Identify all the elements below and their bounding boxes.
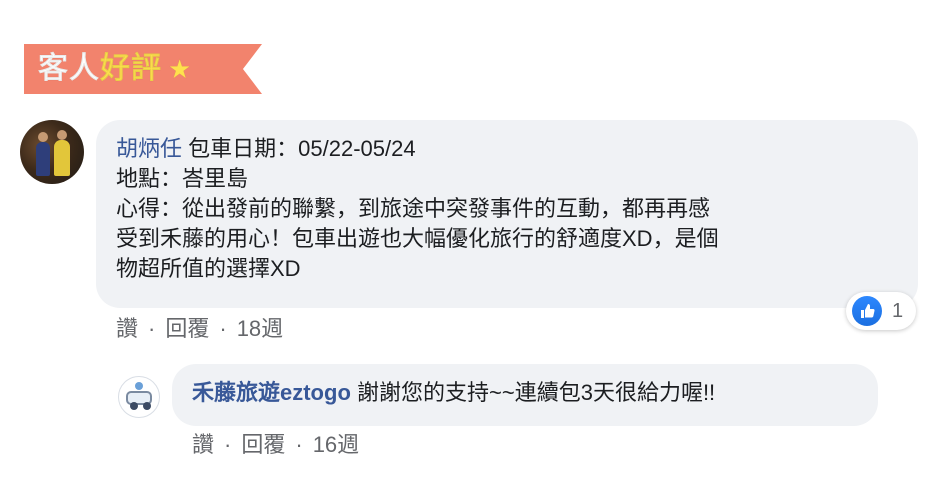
thumbs-up-icon bbox=[852, 296, 882, 326]
separator-dot: · bbox=[219, 316, 227, 341]
timestamp-link[interactable]: 18週 bbox=[237, 316, 283, 341]
separator-dot: · bbox=[224, 432, 232, 457]
like-link[interactable]: 讚 bbox=[192, 432, 214, 457]
comment-author-link[interactable]: 胡炳任 bbox=[116, 136, 182, 161]
reaction-badge[interactable]: 1 bbox=[846, 292, 916, 330]
reply-text: 謝謝您的支持~~連續包3天很給力喔!! bbox=[357, 380, 716, 405]
comment-date-line: 包車日期：05/22-05/24 bbox=[188, 136, 416, 161]
commenter-avatar[interactable] bbox=[20, 120, 84, 184]
star-icon: ★ bbox=[168, 54, 193, 84]
like-count: 1 bbox=[892, 300, 904, 322]
reply-link[interactable]: 回覆 bbox=[165, 316, 209, 341]
banner-title: 客人好評 ★ bbox=[38, 50, 192, 88]
reply-link[interactable]: 回覆 bbox=[241, 432, 285, 457]
reply-author-link[interactable]: 禾藤旅遊eztogo bbox=[192, 380, 351, 405]
reply-bubble: 禾藤旅遊eztogo 謝謝您的支持~~連續包3天很給力喔!! bbox=[172, 364, 878, 426]
comment-body-line-3: 物超所值的選擇XD bbox=[116, 256, 301, 281]
like-link[interactable]: 讚 bbox=[116, 316, 138, 341]
comment-location-line: 地點：峇里島 bbox=[116, 166, 249, 191]
comment-actions: 讚 · 回覆 · 18週 bbox=[116, 314, 283, 344]
comment-header-line: 胡炳任 包車日期：05/22-05/24 bbox=[116, 134, 898, 164]
reply-actions: 讚 · 回覆 · 16週 bbox=[192, 430, 359, 460]
timestamp-link[interactable]: 16週 bbox=[313, 432, 359, 457]
separator-dot: · bbox=[295, 432, 303, 457]
page-avatar[interactable] bbox=[118, 376, 160, 418]
comment-body-line-1: 心得：從出發前的聯繫，到旅途中突發事件的互動，都再再感 bbox=[116, 196, 711, 221]
banner-title-part2: 好評 bbox=[100, 52, 162, 85]
separator-dot: · bbox=[148, 316, 156, 341]
comment-body-line-2: 受到禾藤的用心！包車出遊也大幅優化旅行的舒適度XD，是個 bbox=[116, 226, 719, 251]
banner-title-part1: 客人 bbox=[38, 52, 100, 85]
reply-line: 禾藤旅遊eztogo 謝謝您的支持~~連續包3天很給力喔!! bbox=[192, 378, 858, 408]
section-banner: 客人好評 ★ bbox=[24, 44, 262, 94]
comment-bubble: 胡炳任 包車日期：05/22-05/24 地點：峇里島 心得：從出發前的聯繫，到… bbox=[96, 120, 918, 308]
